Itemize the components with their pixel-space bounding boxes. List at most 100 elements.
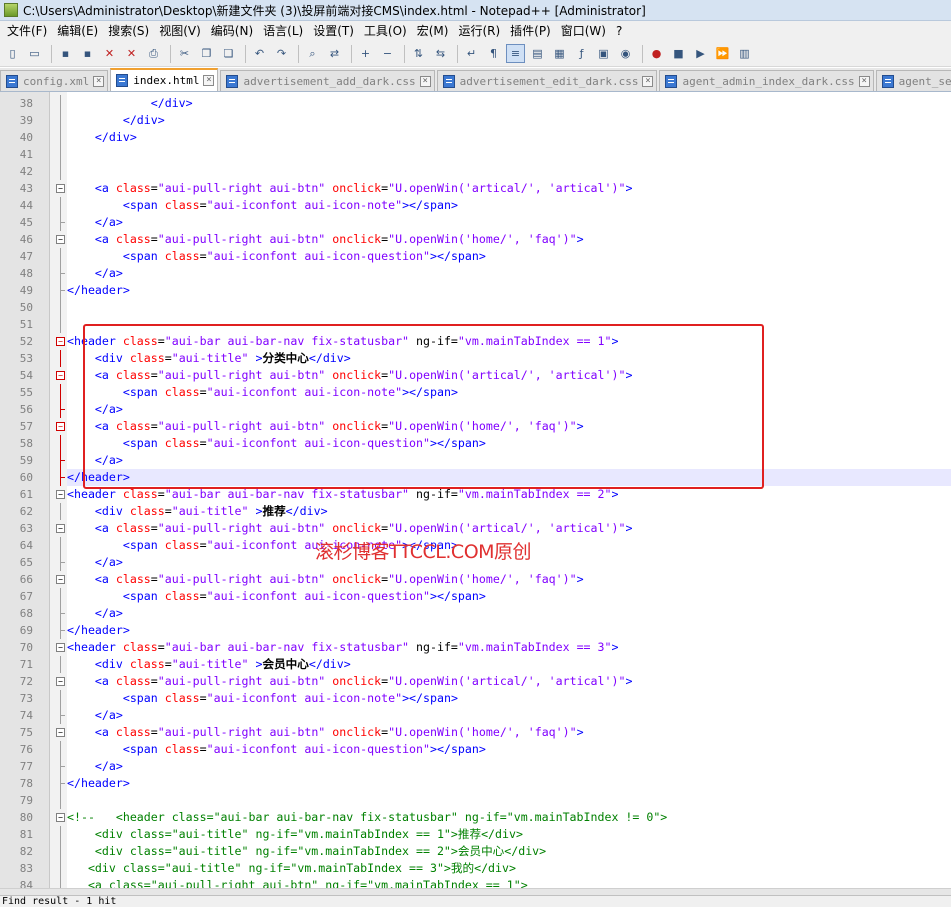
code-line[interactable]: 55 <span class="aui-iconfont aui-icon-no…: [20, 384, 951, 401]
fold-toggle-icon[interactable]: −: [56, 422, 65, 431]
tab-agent-search-css[interactable]: agent_search.css×: [875, 70, 951, 91]
code-line[interactable]: 80 − <!-- <header class="aui-bar aui-bar-n…: [20, 809, 951, 826]
code-line[interactable]: 68 </a>: [20, 605, 951, 622]
monitoring-icon[interactable]: ◉: [616, 44, 635, 63]
code-line[interactable]: 41: [20, 146, 951, 163]
code-line[interactable]: 66 − <a class="aui-pull-right aui-btn" on…: [20, 571, 951, 588]
fold-toggle-icon[interactable]: −: [56, 184, 65, 193]
show-all-chars-icon[interactable]: ¶: [484, 44, 503, 63]
code-line[interactable]: 63 − <a class="aui-pull-right aui-btn" on…: [20, 520, 951, 537]
fold-toggle-icon[interactable]: −: [56, 337, 65, 346]
fold-toggle-icon[interactable]: −: [56, 490, 65, 499]
open-file-icon[interactable]: ▭: [25, 44, 44, 63]
print-icon[interactable]: ⎙: [144, 44, 163, 63]
copy-icon[interactable]: ❐: [197, 44, 216, 63]
code-line[interactable]: 57 − <a class="aui-pull-right aui-btn" on…: [20, 418, 951, 435]
tab-close-icon[interactable]: ×: [203, 75, 215, 86]
code-editor[interactable]: 38 </div> 39 </div> 40 </div> 41 42 43− <a cl…: [0, 92, 951, 888]
replace-icon[interactable]: ⇄: [325, 44, 344, 63]
code-line[interactable]: 39 </div>: [20, 112, 951, 129]
code-line[interactable]: 48 </a>: [20, 265, 951, 282]
menu-item[interactable]: 设置(T): [308, 21, 359, 41]
code-line[interactable]: 69 </header>: [20, 622, 951, 639]
code-line[interactable]: 54 − <a class="aui-pull-right aui-btn" on…: [20, 367, 951, 384]
fold-toggle-icon[interactable]: −: [56, 677, 65, 686]
menu-item[interactable]: 搜索(S): [103, 21, 154, 41]
sync-horizontal-icon[interactable]: ⇆: [431, 44, 450, 63]
fold-toggle-icon[interactable]: −: [56, 813, 65, 822]
find-icon[interactable]: ⌕: [303, 44, 322, 63]
code-line[interactable]: 71 <div class="aui-title" >会员中心</div>: [20, 656, 951, 673]
menu-item[interactable]: 语言(L): [258, 21, 308, 41]
code-line[interactable]: 75 − <a class="aui-pull-right aui-btn" on…: [20, 724, 951, 741]
code-line[interactable]: 40 </div>: [20, 129, 951, 146]
code-line[interactable]: 84 <a class="aui-pull-right aui-btn" ng-…: [20, 877, 951, 888]
menu-item[interactable]: 窗口(W): [556, 21, 611, 41]
zoom-out-icon[interactable]: −: [378, 44, 397, 63]
tab-close-icon[interactable]: ×: [642, 75, 654, 87]
code-line[interactable]: 61 − <header class="aui-bar aui-bar-nav fi…: [20, 486, 951, 503]
fold-toggle-icon[interactable]: −: [56, 643, 65, 652]
horizontal-scrollbar[interactable]: [0, 888, 951, 895]
code-line[interactable]: 62 <div class="aui-title" >推荐</div>: [20, 503, 951, 520]
save-all-icon[interactable]: ▪: [78, 44, 97, 63]
menu-item[interactable]: 工具(O): [359, 21, 412, 41]
code-line[interactable]: 74 </a>: [20, 707, 951, 724]
menu-item[interactable]: ?: [611, 21, 627, 41]
menu-item[interactable]: 编辑(E): [52, 21, 103, 41]
fold-toggle-icon[interactable]: −: [56, 575, 65, 584]
code-line[interactable]: 60 </header>: [20, 469, 951, 486]
code-line[interactable]: 46 − <a class="aui-pull-right aui-btn" on…: [20, 231, 951, 248]
fold-toggle-icon[interactable]: −: [56, 524, 65, 533]
tab-close-icon[interactable]: ×: [93, 75, 105, 87]
menu-item[interactable]: 文件(F): [2, 21, 52, 41]
code-line[interactable]: 83 <div class="aui-title" ng-if="vm.main…: [20, 860, 951, 877]
code-line[interactable]: 43 − <a class="aui-pull-right aui-btn" on…: [20, 180, 951, 197]
code-line[interactable]: 82 <div class="aui-title" ng-if="vm.main…: [20, 843, 951, 860]
fold-toggle-icon[interactable]: −: [56, 235, 65, 244]
code-line[interactable]: 81 <div class="aui-title" ng-if="vm.main…: [20, 826, 951, 843]
fold-toggle-icon[interactable]: −: [56, 728, 65, 737]
code-line[interactable]: 53 <div class="aui-title" >分类中心</div>: [20, 350, 951, 367]
function-list-icon[interactable]: ƒ: [572, 44, 591, 63]
run-macro-multiple-icon[interactable]: ⏩: [713, 44, 732, 63]
menu-item[interactable]: 宏(M): [412, 21, 454, 41]
play-macro-icon[interactable]: ▶: [691, 44, 710, 63]
code-line[interactable]: 73 <span class="aui-iconfont aui-icon-no…: [20, 690, 951, 707]
redo-icon[interactable]: ↷: [272, 44, 291, 63]
menu-item[interactable]: 编码(N): [206, 21, 258, 41]
save-macro-icon[interactable]: ▥: [735, 44, 754, 63]
code-line[interactable]: 77 </a>: [20, 758, 951, 775]
cut-icon[interactable]: ✂: [175, 44, 194, 63]
indent-guide-icon[interactable]: ≡: [506, 44, 525, 63]
code-line[interactable]: 59 </a>: [20, 452, 951, 469]
undo-icon[interactable]: ↶: [250, 44, 269, 63]
menu-item[interactable]: 插件(P): [505, 21, 556, 41]
sync-vertical-icon[interactable]: ⇅: [409, 44, 428, 63]
code-line[interactable]: 45 </a>: [20, 214, 951, 231]
code-line[interactable]: 52 − <header class="aui-bar aui-bar-nav fi…: [20, 333, 951, 350]
tab-config-xml[interactable]: config.xml ×: [0, 70, 109, 91]
code-area[interactable]: 38 </div> 39 </div> 40 </div> 41 42 43− <a cl…: [20, 95, 951, 888]
code-line[interactable]: 58 <span class="aui-iconfont aui-icon-qu…: [20, 435, 951, 452]
code-line[interactable]: 51: [20, 316, 951, 333]
code-line[interactable]: 47 <span class="aui-iconfont aui-icon-qu…: [20, 248, 951, 265]
code-line[interactable]: 78 </header>: [20, 775, 951, 792]
record-macro-icon[interactable]: ●: [647, 44, 666, 63]
code-line[interactable]: 79: [20, 792, 951, 809]
menu-item[interactable]: 视图(V): [154, 21, 206, 41]
code-line[interactable]: 49 </header>: [20, 282, 951, 299]
close-all-icon[interactable]: ✕: [122, 44, 141, 63]
folder-workspace-icon[interactable]: ▣: [594, 44, 613, 63]
tab-close-icon[interactable]: ×: [858, 75, 870, 87]
code-line[interactable]: 42: [20, 163, 951, 180]
paste-icon[interactable]: ❏: [219, 44, 238, 63]
code-line[interactable]: 44 <span class="aui-iconfont aui-icon-no…: [20, 197, 951, 214]
doc-map-icon[interactable]: ▦: [550, 44, 569, 63]
close-icon[interactable]: ✕: [100, 44, 119, 63]
code-line[interactable]: 70 − <header class="aui-bar aui-bar-nav fi…: [20, 639, 951, 656]
zoom-in-icon[interactable]: +: [356, 44, 375, 63]
code-line[interactable]: 76 <span class="aui-iconfont aui-icon-qu…: [20, 741, 951, 758]
fold-toggle-icon[interactable]: −: [56, 371, 65, 380]
new-file-icon[interactable]: ▯: [3, 44, 22, 63]
